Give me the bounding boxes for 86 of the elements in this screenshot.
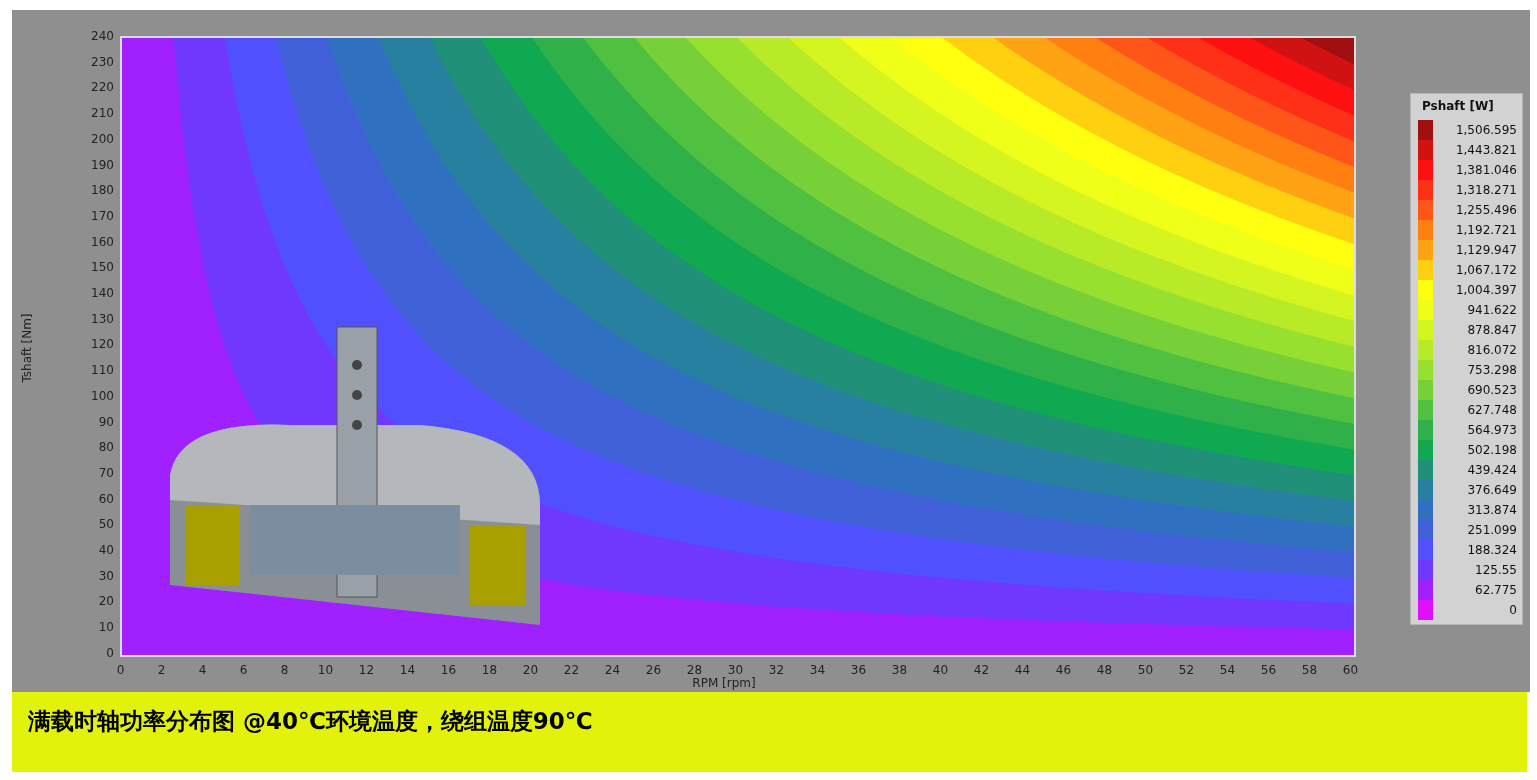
x-tick-label: 28 (685, 663, 704, 677)
x-tick-label: 58 (1300, 663, 1319, 677)
x-tick-label: 16 (439, 663, 458, 677)
y-tick-label: 180 (91, 183, 114, 198)
legend-label: 1,443.821 (1454, 142, 1517, 159)
legend-label: 0 (1508, 602, 1517, 619)
legend-label: 627.748 (1466, 402, 1517, 419)
y-tick-label: 120 (91, 337, 114, 352)
caption-text: 满载时轴功率分布图 @40℃环境温度，绕组温度90℃ (28, 708, 593, 734)
y-tick-label: 140 (91, 286, 114, 301)
y-tick-label: 130 (91, 311, 114, 326)
legend-label: 1,067.172 (1454, 262, 1517, 279)
y-tick-label: 240 (91, 29, 114, 43)
legend-title: Pshaft [W] (1421, 98, 1495, 115)
x-tick-label: 8 (279, 663, 290, 677)
x-axis-title: RPM [rpm] (692, 677, 756, 690)
y-tick-label: 160 (91, 234, 114, 249)
y-tick-label: 110 (91, 363, 114, 378)
legend-label: 1,381.046 (1454, 162, 1517, 179)
x-tick-label: 30 (726, 663, 745, 677)
y-tick-label: 230 (91, 54, 114, 69)
y-tick-label: 100 (91, 388, 114, 403)
y-tick-label: 220 (91, 80, 114, 95)
x-tick-label: 0 (115, 663, 126, 677)
legend-label: 125.55 (1474, 562, 1517, 579)
x-tick-label: 2 (156, 663, 167, 677)
x-tick-label: 22 (562, 663, 581, 677)
y-tick-label: 70 (98, 465, 114, 480)
legend-label: 564.973 (1466, 422, 1517, 439)
x-tick-label: 56 (1259, 663, 1278, 677)
x-tick-label: 14 (398, 663, 417, 677)
y-tick-label: 50 (98, 517, 114, 532)
y-tick-label: 60 (98, 491, 114, 506)
x-tick-label: 52 (1177, 663, 1196, 677)
legend-label: 1,004.397 (1454, 282, 1517, 299)
legend-label: 1,318.271 (1454, 182, 1517, 199)
legend-label: 878.847 (1466, 322, 1517, 339)
x-tick-label: 34 (808, 663, 827, 677)
y-tick-label: 80 (98, 440, 114, 455)
legend-label: 1,255.496 (1454, 202, 1517, 219)
x-tick-label: 48 (1095, 663, 1114, 677)
x-tick-label: 44 (1013, 663, 1032, 677)
y-tick-label: 150 (91, 260, 114, 275)
x-tick-label: 54 (1218, 663, 1237, 677)
x-tick-label: 12 (357, 663, 376, 677)
y-tick-label: 20 (98, 594, 114, 609)
contour-band (1301, 38, 1354, 65)
legend-label: 816.072 (1466, 342, 1517, 359)
x-tick-label: 26 (644, 663, 663, 677)
x-tick-label: 50 (1136, 663, 1155, 677)
x-tick-label: 18 (480, 663, 499, 677)
legend-label: 62.775 (1474, 582, 1517, 599)
y-tick-label: 10 (98, 620, 114, 635)
legend-label: 941.622 (1466, 302, 1517, 319)
y-tick-label: 190 (91, 157, 114, 172)
x-tick-label: 20 (521, 663, 540, 677)
y-tick-label: 210 (91, 106, 114, 121)
x-tick-label: 10 (316, 663, 335, 677)
x-tick-label: 32 (767, 663, 786, 677)
y-tick-label: 170 (91, 208, 114, 223)
legend-label: 188.324 (1466, 542, 1517, 559)
x-tick-label: 4 (197, 663, 208, 677)
x-tick-label: 46 (1054, 663, 1073, 677)
legend-label: 502.198 (1466, 442, 1517, 459)
legend-label: 439.424 (1466, 462, 1517, 479)
x-tick-label: 36 (849, 663, 868, 677)
legend-label: 1,129.947 (1454, 242, 1517, 259)
legend-label: 1,192.721 (1454, 222, 1517, 239)
y-axis-title: Tshaft [Nm] (19, 313, 35, 383)
x-tick-label: 38 (890, 663, 909, 677)
legend-label: 251.099 (1466, 522, 1517, 539)
y-tick-label: 200 (91, 131, 114, 146)
y-tick-label: 30 (98, 568, 114, 583)
legend-label: 690.523 (1466, 382, 1517, 399)
x-tick-label: 40 (931, 663, 950, 677)
y-tick-label: 40 (98, 543, 114, 558)
legend-label: 313.874 (1466, 502, 1517, 519)
x-tick-label: 42 (972, 663, 991, 677)
x-tick-label: 6 (238, 663, 249, 677)
legend-label: 753.298 (1466, 362, 1517, 379)
y-tick-label: 0 (106, 645, 114, 660)
legend-label: 1,506.595 (1454, 122, 1517, 139)
y-tick-label: 90 (98, 414, 114, 429)
x-tick-label: 60 (1341, 663, 1360, 677)
legend-label: 376.649 (1466, 482, 1517, 499)
x-tick-label: 24 (603, 663, 622, 677)
